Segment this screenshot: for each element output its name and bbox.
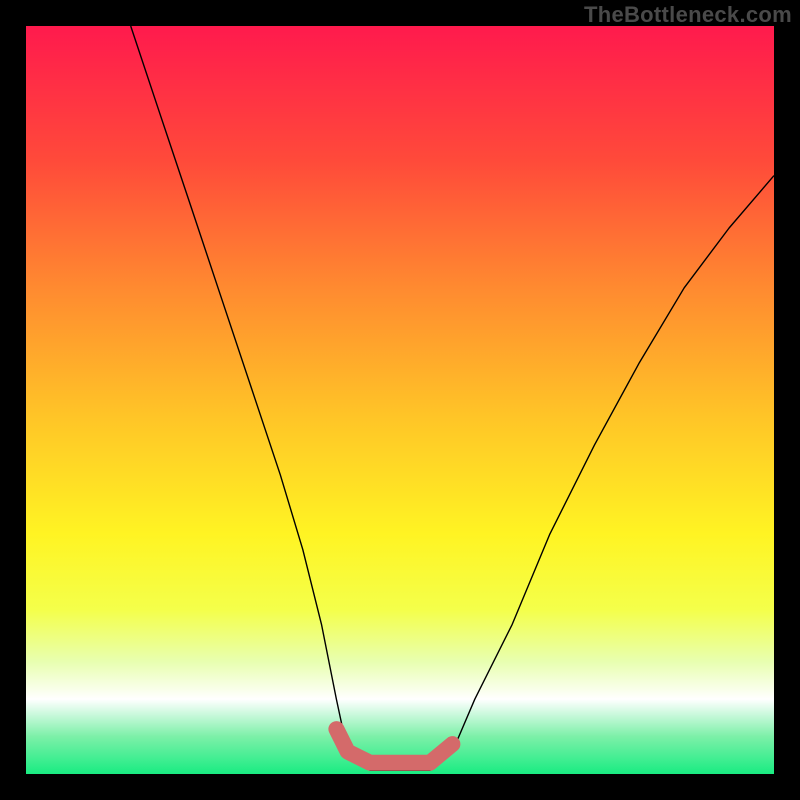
curve-layer — [26, 26, 774, 774]
chart-frame: TheBottleneck.com — [0, 0, 800, 800]
bottleneck-curve — [131, 26, 774, 770]
plot-gradient-background — [26, 26, 774, 774]
watermark-text: TheBottleneck.com — [584, 2, 792, 28]
bottleneck-highlight — [336, 729, 452, 763]
